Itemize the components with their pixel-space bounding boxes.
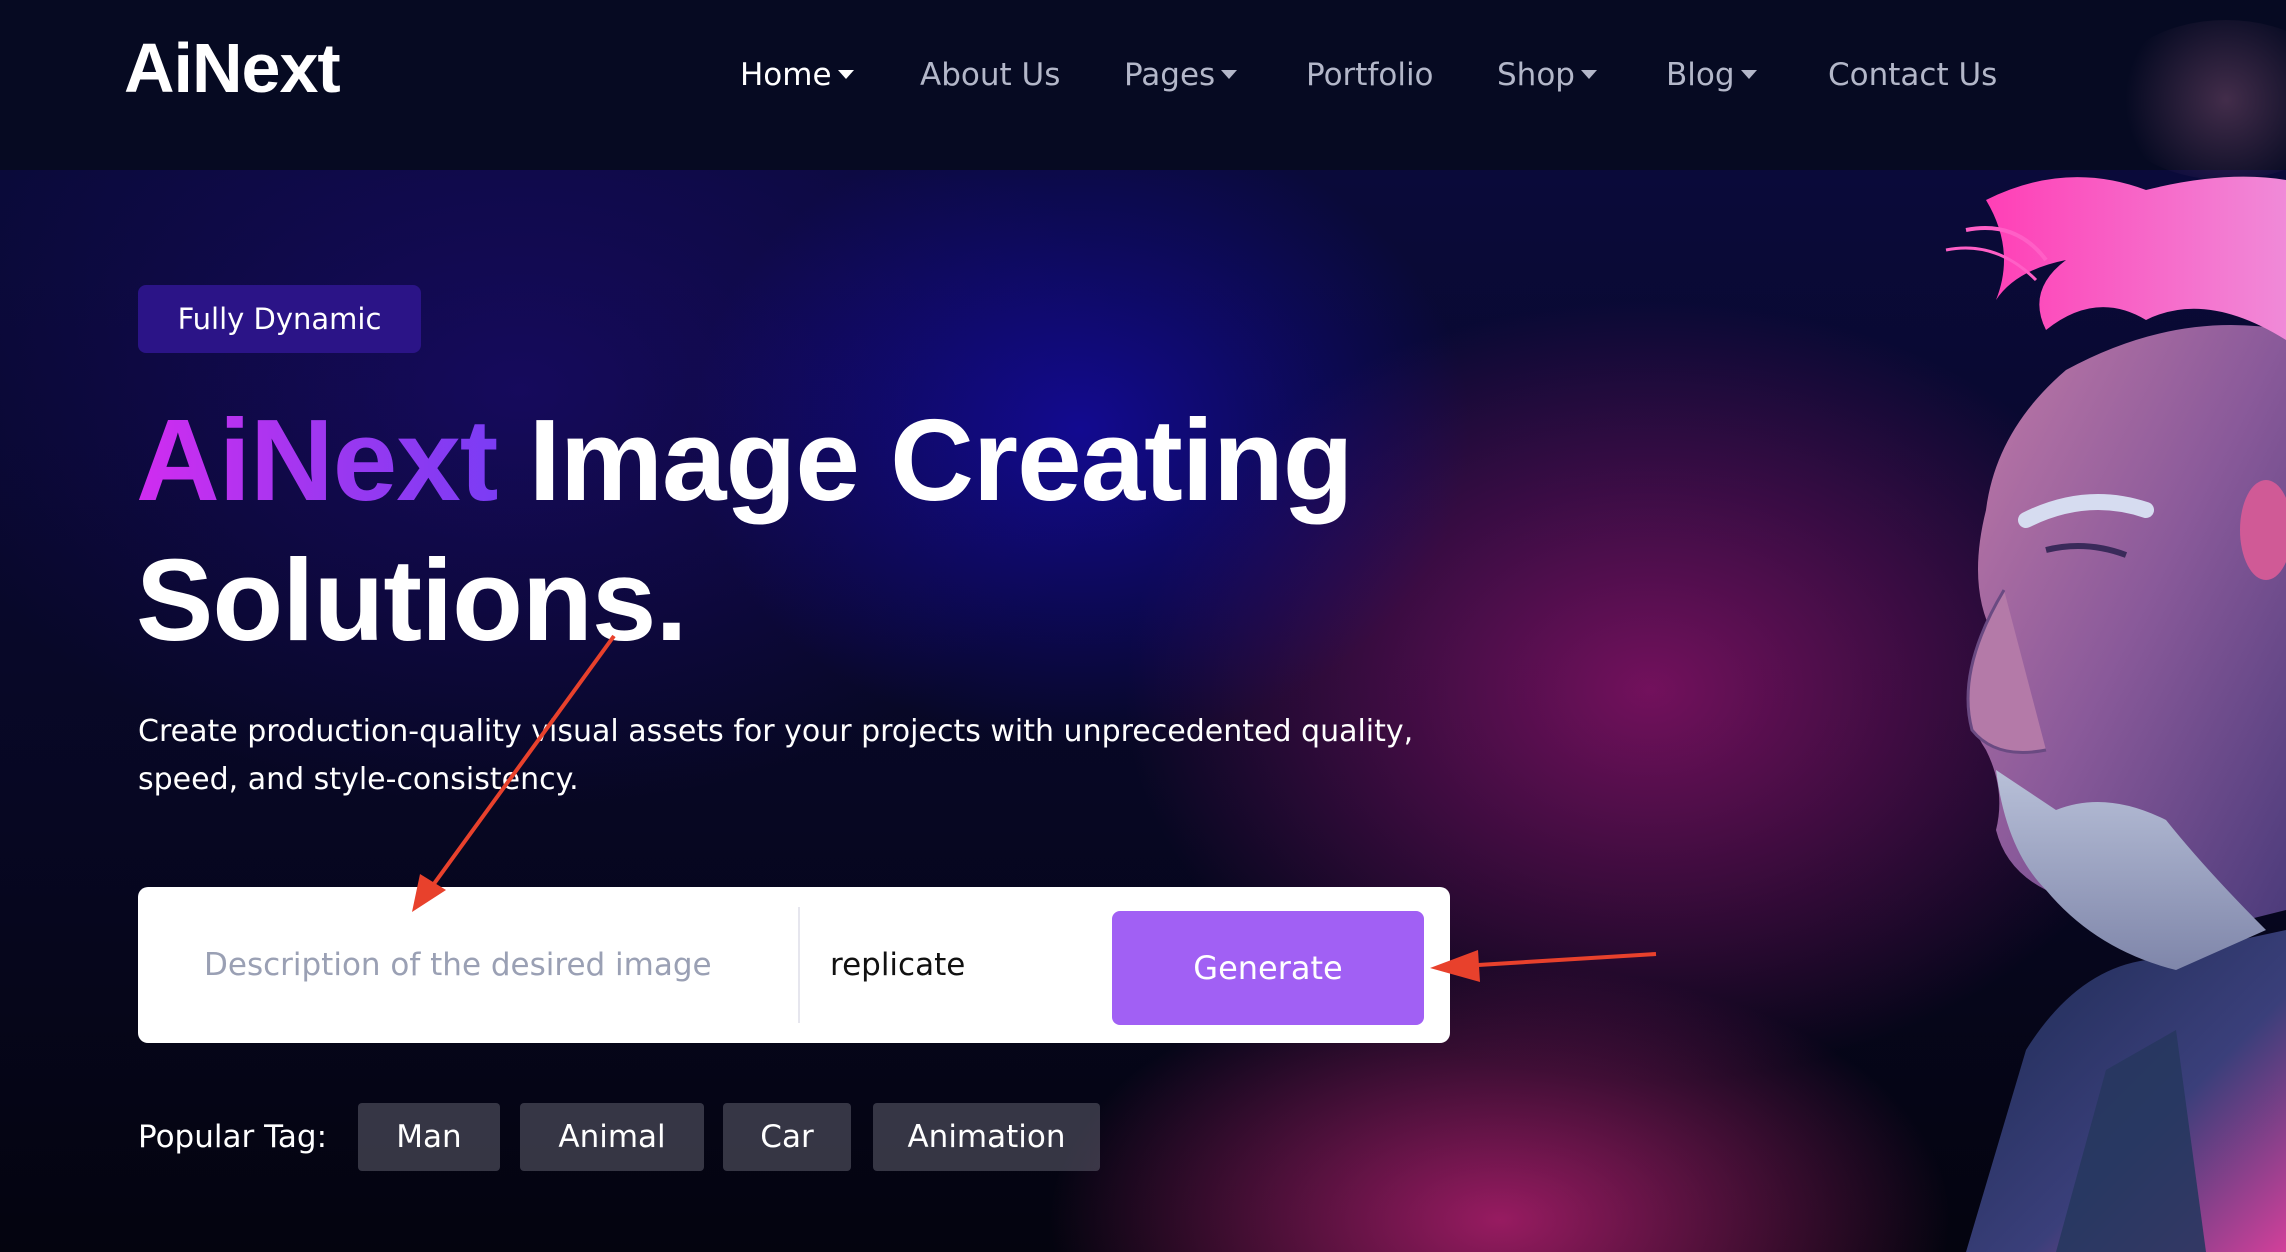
caret-down-icon (1740, 70, 1757, 79)
hero-portrait-image (1945, 176, 2286, 1252)
site-header: AiNext Home About Us Pages Portfolio Sho… (0, 0, 2286, 180)
nav-item-label: Blog (1666, 57, 1735, 93)
headline-line1-rest: Image Creating (497, 395, 1354, 525)
popular-tags-label: Popular Tag: (138, 1119, 328, 1155)
image-description-input[interactable] (178, 917, 778, 1013)
nav-item-label: Home (740, 57, 832, 93)
header-glow-decoration (2106, 20, 2286, 180)
nav-item-about-us[interactable]: About Us (920, 50, 1060, 100)
hero-headline: AiNext Image Creating Solutions. (136, 390, 1536, 670)
headline-brand: AiNext (136, 395, 498, 525)
model-select[interactable]: replicate (830, 917, 1100, 1013)
site-logo[interactable]: AiNext (124, 28, 341, 108)
nav-item-label: Contact Us (1828, 57, 1998, 93)
tag-car[interactable]: Car (723, 1103, 851, 1171)
nav-item-blog[interactable]: Blog (1666, 50, 1757, 100)
nav-item-shop[interactable]: Shop (1497, 50, 1597, 100)
input-divider (798, 907, 800, 1023)
hero-subtext: Create production-quality visual assets … (138, 714, 1414, 797)
nav-item-portfolio[interactable]: Portfolio (1306, 50, 1434, 100)
nav-item-label: About Us (920, 57, 1061, 93)
caret-down-icon (1580, 70, 1597, 79)
caret-down-icon (1221, 70, 1238, 79)
nav-item-label: Shop (1497, 57, 1575, 93)
nav-item-contact-us[interactable]: Contact Us (1828, 50, 1997, 100)
caret-down-icon (837, 70, 854, 79)
hero-badge: Fully Dynamic (138, 285, 421, 353)
nav-item-label: Pages (1124, 57, 1216, 93)
tag-animal[interactable]: Animal (520, 1103, 704, 1171)
page: AiNext Home About Us Pages Portfolio Sho… (0, 0, 2286, 1252)
tag-animation[interactable]: Animation (873, 1103, 1100, 1171)
tag-man[interactable]: Man (358, 1103, 500, 1171)
nav-item-home[interactable]: Home (740, 50, 854, 100)
nav-item-pages[interactable]: Pages (1124, 50, 1238, 100)
generate-button[interactable]: Generate (1112, 911, 1424, 1025)
nav-item-label: Portfolio (1306, 57, 1434, 93)
headline-line2: Solutions. (136, 535, 688, 665)
image-prompt-form: replicate Generate (138, 887, 1450, 1043)
